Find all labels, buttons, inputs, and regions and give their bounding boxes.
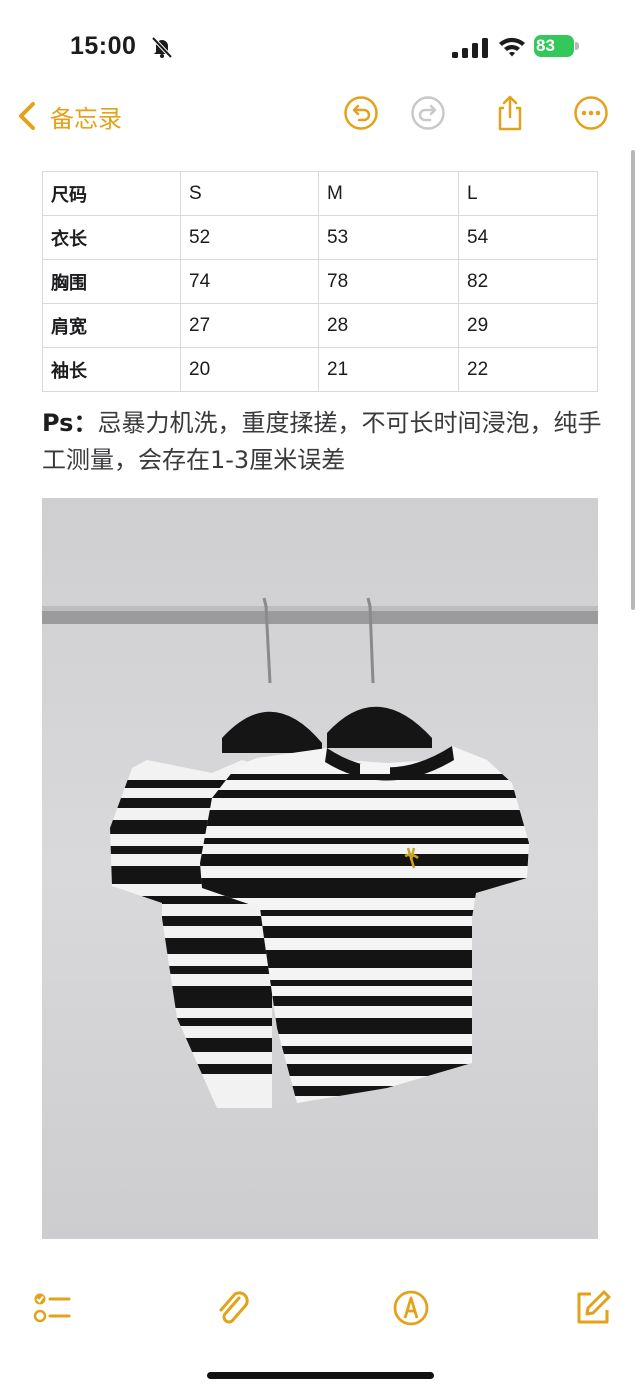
table-cell: 74 [180,259,319,304]
table-cell: 22 [458,347,598,392]
table-cell: 尺码 [42,171,181,216]
table-cell: 29 [458,303,598,348]
table-row: 衣长 52 53 54 [42,215,598,260]
battery-level: 83 [536,36,555,55]
table-cell: 54 [458,215,598,260]
table-row: 尺码 S M L [42,171,598,216]
markup-pen-icon [393,1290,429,1326]
table-cell: 肩宽 [42,303,181,348]
share-button[interactable] [492,95,528,131]
table-row: 袖长 20 21 22 [42,347,598,392]
home-indicator[interactable] [207,1372,434,1379]
checklist-icon [33,1293,71,1323]
table-cell: M [318,171,459,216]
table-cell: 82 [458,259,598,304]
table-cell: 78 [318,259,459,304]
undo-icon [344,96,378,130]
table-cell: 胸围 [42,259,181,304]
table-cell: 20 [180,347,319,392]
redo-icon [411,96,445,130]
battery-icon: 83 [534,35,580,59]
redo-button[interactable] [410,95,446,131]
scrollbar[interactable] [631,150,635,610]
paperclip-icon [219,1291,249,1324]
table-cell: 52 [180,215,319,260]
markup-button[interactable] [391,1288,431,1328]
more-icon [574,96,608,130]
note-body: 忌暴力机洗，重度揉搓，不可长时间浸泡，纯手工测量，会存在1-3厘米误差 [42,409,602,474]
back-label: 备忘录 [50,104,122,133]
product-photo[interactable] [42,498,598,1239]
compose-icon [577,1290,611,1324]
status-bar: 15:00 83 [0,0,640,90]
share-icon [498,95,522,131]
table-cell: S [180,171,319,216]
nav-bar: 备忘录 [0,90,640,140]
table-cell: 衣长 [42,215,181,260]
table-cell: L [458,171,598,216]
compose-button[interactable] [573,1288,613,1328]
note-text[interactable]: Ps：忌暴力机洗，重度揉搓，不可长时间浸泡，纯手工测量，会存在1-3厘米误差 [42,405,602,479]
table-cell: 28 [318,303,459,348]
table-cell: 21 [318,347,459,392]
bell-slash-icon [151,36,173,59]
attach-button[interactable] [213,1288,253,1328]
note-prefix: Ps： [42,409,98,437]
checklist-button[interactable] [32,1288,72,1328]
undo-button[interactable] [343,95,379,131]
signal-icon [452,38,488,58]
back-button[interactable]: 备忘录 [16,98,122,134]
status-time: 15:00 [70,32,137,60]
size-table: 尺码 S M L 衣长 52 53 54 胸围 74 78 82 肩宽 27 2… [42,171,598,392]
wifi-icon [499,37,525,57]
table-row: 胸围 74 78 82 [42,259,598,304]
chevron-left-icon [19,102,35,130]
table-cell: 53 [318,215,459,260]
table-row: 肩宽 27 28 29 [42,303,598,348]
table-cell: 27 [180,303,319,348]
more-button[interactable] [573,95,609,131]
table-cell: 袖长 [42,347,181,392]
striped-tshirts-image [42,498,598,1239]
